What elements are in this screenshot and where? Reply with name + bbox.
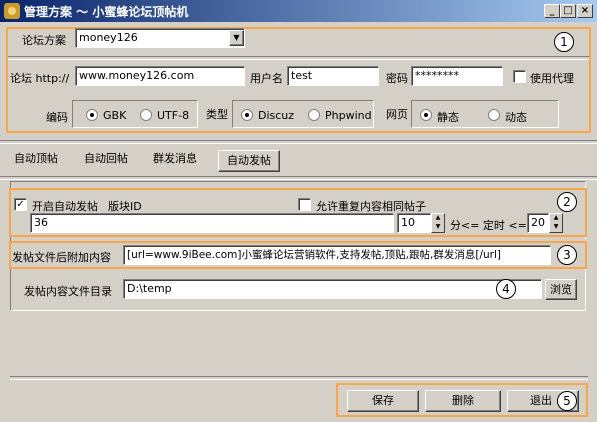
encoding-label: 编码 [46, 111, 68, 124]
spin-up-icon[interactable]: ▲ [432, 214, 444, 223]
encoding-gbk-radio[interactable] [86, 109, 98, 121]
callout-1: 1 [554, 32, 574, 52]
callout-4: 4 [496, 279, 516, 299]
maximize-button[interactable]: □ [560, 4, 576, 18]
page-static-radio[interactable] [420, 109, 432, 121]
close-button[interactable]: × [577, 4, 593, 18]
encoding-gbk-label: GBK [103, 109, 127, 122]
append-content-input[interactable]: [url=www.9iBee.com]小蜜蜂论坛营销软件,支持发帖,顶贴,跟帖,… [123, 245, 551, 265]
page-dynamic-radio[interactable] [488, 109, 500, 121]
board-id-input[interactable]: 36 [30, 213, 394, 233]
type-phpwind-radio[interactable] [308, 109, 320, 121]
type-discuz-label: Discuz [258, 109, 295, 122]
min-minutes-input[interactable]: 10 [397, 213, 431, 233]
tab-divider [0, 176, 597, 180]
password-label: 密码 [386, 72, 408, 85]
page-label: 网页 [386, 108, 408, 121]
type-label: 类型 [206, 108, 228, 121]
tab-auto-reply[interactable]: 自动回帖 [84, 150, 128, 168]
encoding-utf8-label: UTF-8 [157, 109, 190, 122]
title-bar: 管理方案 ～ 小蜜蜂论坛顶帖机 _ □ × [0, 0, 597, 22]
page-group [411, 100, 559, 128]
spin-down-icon[interactable]: ▼ [432, 223, 444, 232]
content-dir-label: 发帖内容文件目录 [24, 285, 112, 298]
scheme-label: 论坛方案 [22, 34, 66, 47]
max-minutes-input[interactable]: 20 [527, 213, 549, 233]
top-divider [0, 140, 597, 144]
username-input[interactable]: test [287, 66, 379, 86]
board-id-label: 版块ID [108, 200, 142, 213]
type-discuz-radio[interactable] [241, 109, 253, 121]
page-dynamic-label: 动态 [505, 111, 527, 124]
callout-2: 2 [557, 192, 577, 212]
scheme-select[interactable]: money126 [75, 28, 245, 48]
enable-auto-post-checkbox[interactable]: ✓ [14, 198, 27, 211]
bottom-divider [10, 376, 588, 380]
max-minutes-spinner[interactable]: ▲ ▼ [549, 213, 563, 233]
user-label: 用户名 [250, 72, 283, 85]
spin-down-icon[interactable]: ▼ [550, 223, 562, 232]
password-input[interactable]: ******** [411, 66, 503, 86]
delete-button[interactable]: 删除 [425, 390, 501, 412]
encoding-utf8-radio[interactable] [140, 109, 152, 121]
min-minutes-spinner[interactable]: ▲ ▼ [431, 213, 445, 233]
browse-button[interactable]: 浏览 [545, 279, 577, 300]
tab-mass-message[interactable]: 群发消息 [153, 150, 197, 168]
allow-duplicate-checkbox[interactable] [298, 198, 311, 211]
save-button[interactable]: 保存 [347, 390, 419, 412]
content-dir-input[interactable]: D:\temp [123, 279, 542, 299]
proxy-checkbox[interactable] [513, 70, 526, 83]
url-label: 论坛 http:// [10, 72, 70, 85]
tab-auto-post[interactable]: 自动发帖 [218, 150, 280, 172]
tab-auto-bump[interactable]: 自动顶帖 [14, 150, 58, 168]
type-phpwind-label: Phpwind [325, 109, 372, 122]
minimize-button[interactable]: _ [544, 4, 560, 18]
callout-5: 5 [557, 391, 577, 411]
spin-up-icon[interactable]: ▲ [550, 214, 562, 223]
timer-label: 分<= 定时 <= [450, 219, 527, 232]
page-static-label: 静态 [437, 111, 459, 124]
window-title: 管理方案 ～ 小蜜蜂论坛顶帖机 [24, 5, 189, 19]
allow-duplicate-label: 允许重复内容相同帖子 [316, 200, 426, 213]
scheme-value: money126 [79, 31, 138, 44]
app-icon [4, 3, 20, 19]
section1-divider [8, 56, 589, 60]
callout-3: 3 [557, 245, 577, 265]
url-input[interactable]: www.money126.com [75, 66, 245, 86]
proxy-label: 使用代理 [530, 72, 574, 85]
enable-auto-post-label: 开启自动发帖 [32, 200, 98, 213]
dropdown-arrow-icon[interactable]: ▼ [229, 30, 244, 46]
append-content-label: 发帖文件后附加内容 [12, 251, 111, 264]
